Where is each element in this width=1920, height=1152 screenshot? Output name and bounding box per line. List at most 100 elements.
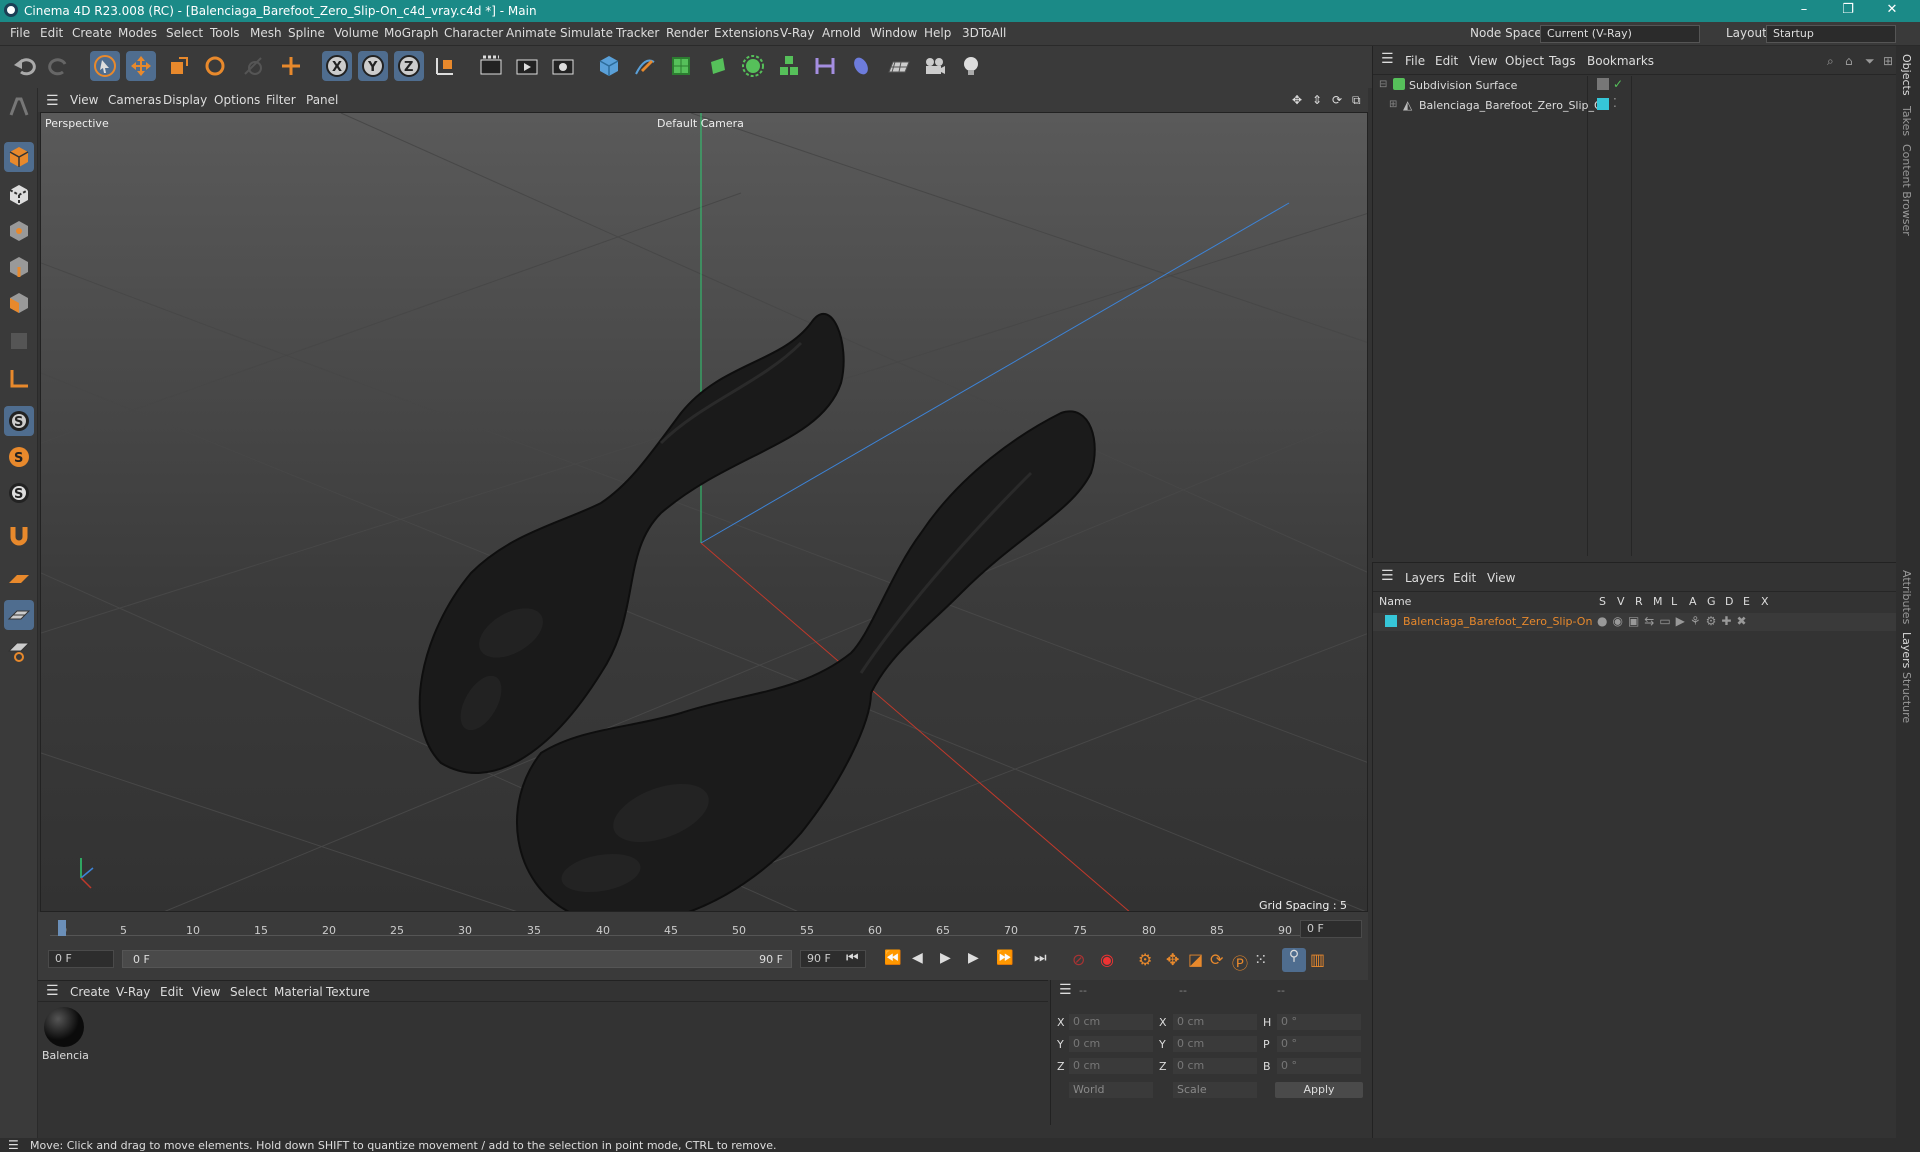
key-position-icon[interactable]: ✥ xyxy=(1166,950,1179,969)
material-menu-view[interactable]: View xyxy=(192,985,220,999)
viewport-menu-view[interactable]: View xyxy=(70,93,98,107)
coordinate-system-icon[interactable] xyxy=(430,51,460,81)
snap-icon[interactable]: S xyxy=(4,406,34,436)
viewport-menu-display[interactable]: Display xyxy=(163,93,207,107)
layer-column-animation[interactable]: A xyxy=(1689,595,1697,608)
keyframe-selection-icon[interactable]: ⚙ xyxy=(1138,950,1152,969)
select-tool-icon[interactable] xyxy=(90,51,120,81)
size-y-field[interactable]: 0 cm xyxy=(1173,1036,1257,1052)
polygons-mode-icon[interactable] xyxy=(4,288,34,318)
object-new-view-icon[interactable]: ⊞ xyxy=(1883,54,1893,68)
pen-spline-icon[interactable] xyxy=(630,51,660,81)
menu-vray[interactable]: V-Ray xyxy=(780,26,814,40)
layer-column-solo[interactable]: S xyxy=(1599,595,1606,608)
floor-icon[interactable] xyxy=(884,51,914,81)
magnet-icon[interactable] xyxy=(4,520,34,550)
menu-window[interactable]: Window xyxy=(870,26,917,40)
prev-frame-icon[interactable]: ◀ xyxy=(912,950,923,966)
playhead[interactable] xyxy=(58,920,66,936)
layer-menu-icon[interactable]: ☰ xyxy=(1381,568,1394,584)
layer-menu-edit[interactable]: Edit xyxy=(1453,571,1476,585)
menu-help[interactable]: Help xyxy=(924,26,951,40)
menu-select[interactable]: Select xyxy=(166,26,203,40)
layer-color-swatch[interactable] xyxy=(1385,615,1397,627)
move-tool-icon[interactable] xyxy=(126,51,156,81)
key-parameter-icon[interactable]: Ⓟ xyxy=(1232,950,1248,974)
material-menu-select[interactable]: Select xyxy=(230,985,267,999)
subdivision-surface-icon[interactable] xyxy=(666,51,696,81)
goto-start-icon[interactable]: ⏮ xyxy=(846,950,859,966)
menu-render[interactable]: Render xyxy=(666,26,709,40)
menu-extensions[interactable]: Extensions xyxy=(714,26,779,40)
menu-mograph[interactable]: MoGraph xyxy=(384,26,439,40)
viewport-maximize-icon[interactable]: ⧉ xyxy=(1352,93,1361,108)
layer-column-locked[interactable]: L xyxy=(1671,595,1677,608)
layer-column-expressions[interactable]: E xyxy=(1743,595,1750,608)
start-frame-field[interactable]: 0 F xyxy=(48,950,114,968)
material-menu-icon[interactable]: ☰ xyxy=(46,983,59,999)
editor-visibility-icon[interactable] xyxy=(1597,78,1609,90)
object-search-icon[interactable]: ⌕ xyxy=(1827,54,1834,69)
object-menu-view[interactable]: View xyxy=(1469,54,1497,68)
texture-mode-icon[interactable] xyxy=(4,180,34,210)
menu-character[interactable]: Character xyxy=(444,26,503,40)
tab-layers[interactable]: Layers xyxy=(1900,632,1913,668)
field-icon[interactable] xyxy=(846,51,876,81)
layer-column-generators[interactable]: G xyxy=(1707,595,1716,608)
tab-content-browser[interactable]: Content Browser xyxy=(1900,144,1913,236)
autokey-icon[interactable]: ◉ xyxy=(1100,950,1114,969)
object-filter-icon[interactable]: ⏷ xyxy=(1865,54,1875,69)
object-home-icon[interactable]: ⌂ xyxy=(1845,54,1853,68)
viewport-menu-icon[interactable]: ☰ xyxy=(46,93,59,109)
layer-column-view[interactable]: V xyxy=(1617,595,1625,608)
layer-column-render[interactable]: R xyxy=(1635,595,1643,608)
timeline-ruler[interactable]: 0 5 10 15 20 25 30 35 40 45 50 55 60 65 … xyxy=(50,916,1330,937)
object-menu-tags[interactable]: Tags xyxy=(1549,54,1576,68)
viewport-camera-name[interactable]: Default Camera xyxy=(657,117,744,130)
move-plus-icon[interactable] xyxy=(276,51,306,81)
render-picture-viewer-icon[interactable] xyxy=(512,51,542,81)
next-frame-icon[interactable]: ▶ xyxy=(968,950,979,966)
rot-b-field[interactable]: 0 ° xyxy=(1277,1058,1361,1074)
menu-modes[interactable]: Modes xyxy=(118,26,157,40)
layer-column-manager[interactable]: M xyxy=(1653,595,1663,608)
grid-workplane-icon[interactable] xyxy=(4,600,34,630)
object-menu-object[interactable]: Object xyxy=(1505,54,1544,68)
layer-name[interactable]: Balenciaga_Barefoot_Zero_Slip-On xyxy=(1403,615,1592,628)
viewport-move-icon[interactable]: ✥ xyxy=(1292,93,1302,107)
viewport-zoom-icon[interactable]: ⇕ xyxy=(1312,93,1322,107)
tab-attributes[interactable]: Attributes xyxy=(1900,570,1913,624)
enabled-check-icon[interactable]: ✓ xyxy=(1613,77,1623,91)
layout-dropdown[interactable]: Startup xyxy=(1766,25,1896,43)
record-disabled-icon[interactable]: ⊘ xyxy=(1072,950,1085,969)
layer-toggle-icons[interactable]: ●◉▣⇆▭▶⚘⚙✚✖ xyxy=(1597,614,1752,628)
layer-color-icon[interactable] xyxy=(1597,98,1609,110)
layer-column-deformers[interactable]: D xyxy=(1725,595,1733,608)
next-key-icon[interactable]: ⏩ xyxy=(996,950,1013,966)
viewport-menu-options[interactable]: Options xyxy=(214,93,260,107)
pos-x-field[interactable]: 0 cm xyxy=(1069,1014,1153,1030)
material-menu-vray[interactable]: V-Ray xyxy=(116,985,150,999)
key-pla-icon[interactable]: ⁙ xyxy=(1254,950,1267,969)
viewport-rotate-icon[interactable]: ⟳ xyxy=(1332,93,1342,107)
light-icon[interactable] xyxy=(956,51,986,81)
undo-icon[interactable] xyxy=(10,51,40,81)
menu-edit[interactable]: Edit xyxy=(40,26,63,40)
model-mode-icon[interactable] xyxy=(4,142,34,172)
pos-y-field[interactable]: 0 cm xyxy=(1069,1036,1153,1052)
snap-settings-icon[interactable]: S xyxy=(4,442,34,472)
pos-z-field[interactable]: 0 cm xyxy=(1069,1058,1153,1074)
material-menu-texture[interactable]: Texture xyxy=(326,985,370,999)
expand-icon[interactable]: ⊞ xyxy=(1389,99,1397,110)
minimize-button[interactable]: – xyxy=(1784,2,1824,17)
z-axis-lock-icon[interactable]: Z xyxy=(394,51,424,81)
object-row-shoe-mesh[interactable]: ⊞ ◭ Balenciaga_Barefoot_Zero_Slip_On ⁚ xyxy=(1373,96,1897,116)
key-scale-icon[interactable]: ◪ xyxy=(1188,950,1203,969)
tab-takes[interactable]: Takes xyxy=(1900,106,1913,136)
rot-p-field[interactable]: 0 ° xyxy=(1277,1036,1361,1052)
deformer-icon[interactable] xyxy=(810,51,840,81)
recent-tool-icon[interactable] xyxy=(238,51,268,81)
y-axis-lock-icon[interactable]: Y xyxy=(358,51,388,81)
status-menu-icon[interactable]: ☰ xyxy=(8,1138,19,1152)
layer-row[interactable]: Balenciaga_Barefoot_Zero_Slip-On ●◉▣⇆▭▶⚘… xyxy=(1373,613,1897,631)
